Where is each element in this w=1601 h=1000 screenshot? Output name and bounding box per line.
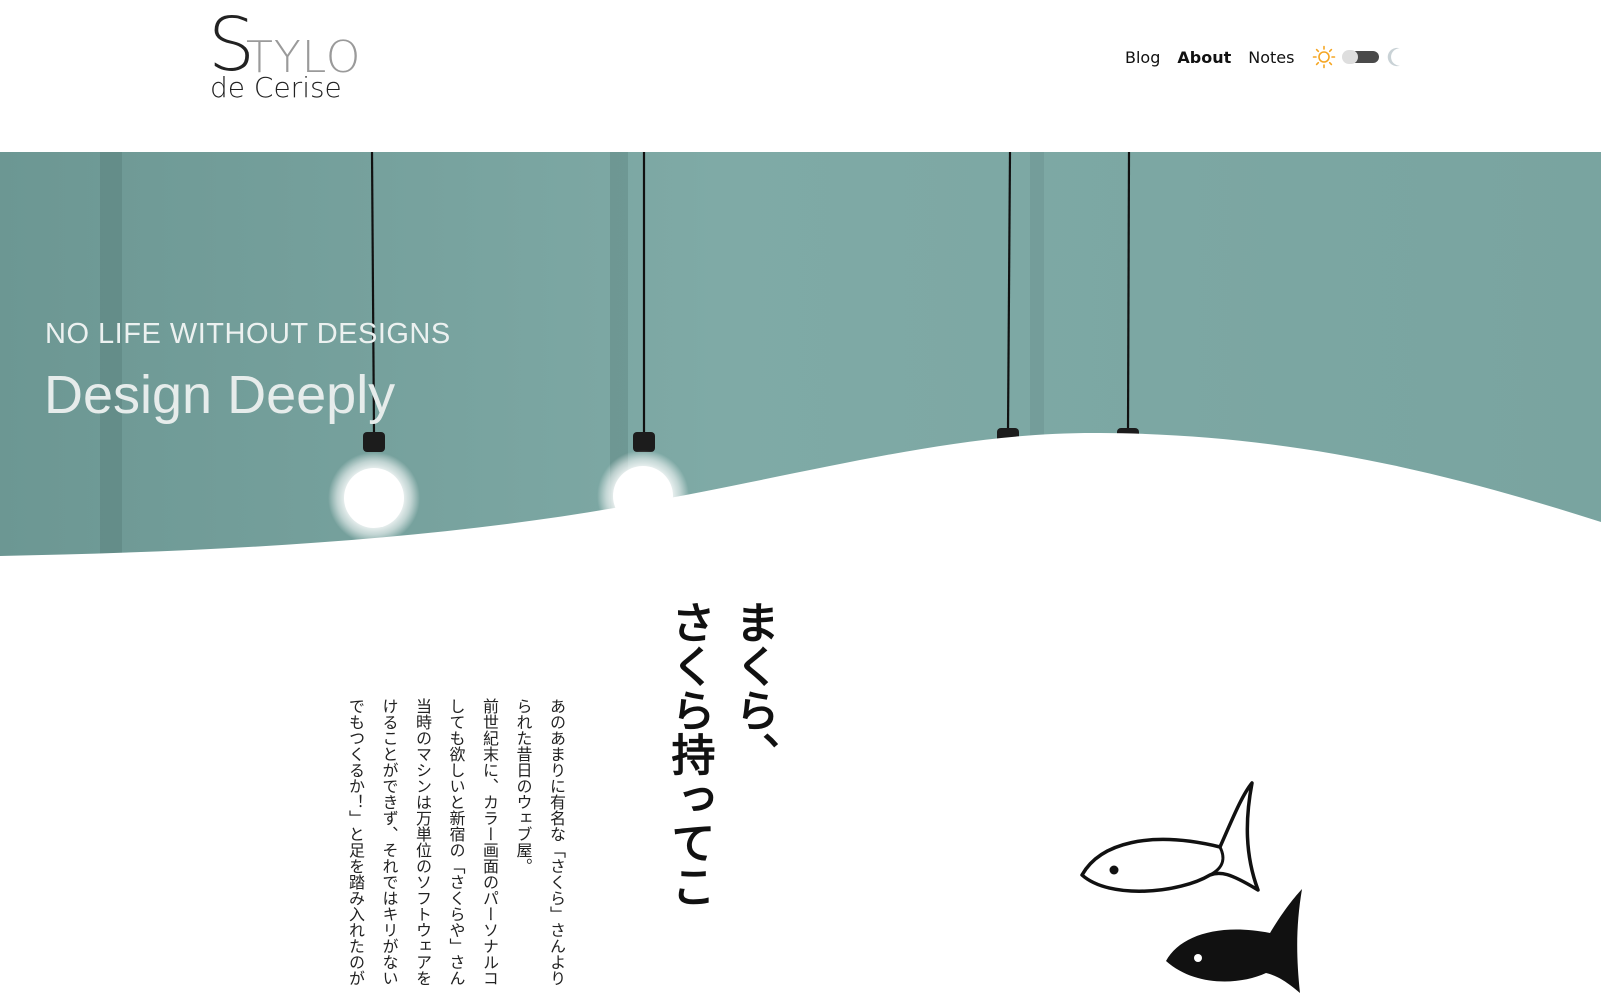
nav-link-about[interactable]: About: [1177, 48, 1231, 67]
article-body-line: しても欲しいと新宿の「さくらや」さん: [446, 698, 466, 986]
hero-lightbulbs-image: [0, 152, 1601, 567]
sun-icon[interactable]: [1312, 45, 1336, 69]
site-header: S TYLO de Cerise Blog About Notes: [0, 0, 1601, 152]
hero-banner: NO LIFE WITHOUT DESIGNS Design Deeply: [0, 152, 1601, 567]
theme-toggle[interactable]: [1342, 50, 1380, 64]
hero-eyebrow: NO LIFE WITHOUT DESIGNS: [45, 318, 451, 350]
hero-title: Design Deeply: [44, 365, 396, 425]
logo-subtitle: de Cerise: [210, 71, 342, 104]
moon-icon[interactable]: [1386, 46, 1408, 68]
article-body-line: けることができず、それではキリがない: [379, 698, 399, 986]
article-heading-line: まくら、: [727, 600, 779, 776]
nav-link-notes[interactable]: Notes: [1248, 48, 1294, 67]
filled-fish-icon: [1166, 889, 1302, 993]
article-heading-line: さくら持ってこ: [663, 600, 715, 908]
article-body-line: 当時のマシンは万単位のソフトウェアを: [413, 698, 432, 986]
outline-fish-icon: [1080, 781, 1260, 893]
theme-switch: [1312, 45, 1408, 69]
article-body-line: でもつくるか！」と足を踏み入れたのが: [346, 698, 365, 986]
article-body: あのあまりに有名な「さくら」さんより られた昔日のウェブ屋。 前世紀末に、カラー…: [345, 698, 573, 998]
fish-illustration: [1080, 781, 1302, 993]
site-logo[interactable]: S TYLO de Cerise: [208, 8, 378, 108]
nav-link-blog[interactable]: Blog: [1125, 48, 1160, 67]
article-body-line: られた昔日のウェブ屋。: [513, 698, 533, 874]
article-body-line: 前世紀末に、カラー画面のパーソナルコ: [480, 698, 499, 986]
article-heading: まくら、 さくら持ってこ: [654, 600, 784, 1000]
article-body-line: あのあまりに有名な「さくら」さんより: [547, 698, 566, 986]
main-nav: Blog About Notes: [1125, 44, 1408, 70]
theme-toggle-knob: [1342, 50, 1359, 64]
